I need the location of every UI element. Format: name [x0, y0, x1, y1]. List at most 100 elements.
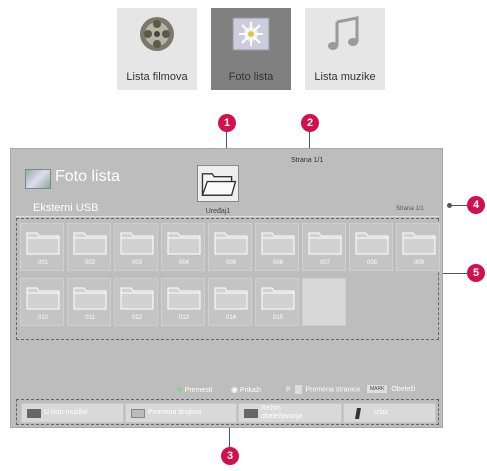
page-hint-label: Promena stranice — [305, 386, 361, 394]
divider — [16, 216, 439, 217]
photo-list-screen: Foto lista Uređaj1 Strana 1/1 Eksterni U… — [10, 148, 443, 428]
folder-item[interactable]: 009 — [396, 223, 440, 271]
folder-icon — [214, 287, 248, 310]
folder-item[interactable]: 011 — [67, 278, 111, 326]
folder-icon — [167, 287, 201, 310]
folder-icon — [402, 232, 436, 255]
hint-bar: ✥ Premesti ◉ Prikaži P Promena stranice … — [11, 383, 442, 397]
photo-list-title-icon — [25, 169, 51, 189]
callout-4-dot — [447, 203, 452, 208]
mark-mode-label-line1: Režim — [261, 405, 281, 412]
callout-3-leader — [229, 425, 230, 447]
callout-3: 3 — [221, 447, 239, 465]
folder-number: 005 — [225, 260, 236, 266]
folder-item[interactable]: 005 — [208, 223, 252, 271]
folder-icon — [214, 232, 248, 255]
view-hint: ◉ Prikaži — [231, 385, 261, 394]
function-button-bar: U listu muzike Promena brojeva Režim obe… — [16, 399, 439, 425]
folder-icon — [308, 232, 342, 255]
mark-key: MARK — [367, 385, 388, 393]
folder-icon — [201, 173, 237, 196]
folder-number: 011 — [85, 315, 95, 321]
folder-icon — [26, 287, 60, 310]
folder-item[interactable]: 014 — [208, 278, 252, 326]
music-note-icon — [328, 16, 359, 50]
callout-1: 1 — [218, 114, 236, 132]
folder-item[interactable]: 007 — [302, 223, 346, 271]
green-key-icon — [131, 409, 145, 418]
folder-number: 015 — [272, 315, 283, 321]
folder-number: 014 — [225, 315, 236, 321]
folder-icon — [73, 232, 107, 255]
folder-number: 012 — [131, 315, 142, 321]
source-label: Eksterni USB — [33, 202, 99, 214]
dpad-icon: ✥ — [176, 385, 183, 394]
device-usb-button[interactable] — [197, 165, 239, 202]
yellow-key-icon — [244, 409, 258, 418]
folder-item[interactable]: 002 — [67, 223, 111, 271]
ok-icon: ◉ — [231, 385, 238, 394]
empty-slot — [302, 278, 346, 326]
photo-icon — [232, 17, 270, 51]
folder-number: 010 — [37, 315, 48, 321]
film-reel-icon — [140, 17, 174, 51]
exit-button[interactable]: Izlaz — [343, 403, 436, 423]
move-hint: ✥ Premesti — [176, 385, 212, 394]
folder-grid: 001 002 003 004 005 006 007 008 009 010 011 012 013 0… — [16, 218, 440, 340]
folder-item[interactable]: 013 — [161, 278, 205, 326]
folder-item[interactable]: 008 — [349, 223, 393, 271]
folder-item[interactable]: 010 — [20, 278, 64, 326]
view-hint-label: Prikaži — [239, 387, 261, 394]
folder-number: 003 — [131, 260, 142, 266]
mark-mode-label: Režim obeležavanja — [261, 405, 302, 421]
tab-photo-list-label: Foto lista — [228, 71, 274, 83]
folder-number: 009 — [413, 260, 424, 266]
folder-item[interactable]: 006 — [255, 223, 299, 271]
mark-hint: MARK Obeleži — [367, 385, 415, 393]
callout-4-leader — [452, 205, 467, 206]
folder-icon — [261, 287, 295, 310]
page-indicator: Strana 1/1 — [396, 206, 424, 212]
folder-icon — [120, 232, 154, 255]
callout-5-leader — [443, 273, 467, 274]
tab-music-list-label: Lista muzike — [314, 71, 376, 83]
folder-number: 007 — [319, 260, 330, 266]
folder-number: 008 — [366, 260, 377, 266]
page-key-icon — [294, 385, 302, 394]
folder-number: 004 — [178, 260, 189, 266]
mark-mode-label-line2: obeležavanja — [261, 413, 303, 420]
folder-number: 006 — [272, 260, 283, 266]
mark-hint-label: Obeleži — [391, 385, 416, 393]
exit-label: Izlaz — [374, 409, 389, 416]
change-numbers-button[interactable]: Promena brojeva — [125, 403, 237, 423]
callout-2: 2 — [301, 114, 319, 132]
page-title: Foto lista — [55, 168, 120, 185]
exit-key-icon — [355, 408, 361, 419]
folder-item[interactable]: 015 — [255, 278, 299, 326]
page-key-label: P — [286, 386, 291, 394]
folder-icon — [73, 287, 107, 310]
page-indicator-top: Strana 1/1 — [291, 157, 324, 164]
move-hint-label: Premesti — [184, 387, 213, 394]
callout-4: 4 — [467, 196, 485, 214]
page-hint: P Promena stranice — [286, 385, 360, 394]
folder-icon — [261, 232, 295, 255]
mark-mode-button[interactable]: Režim obeležavanja — [238, 403, 342, 423]
change-numbers-label: Promena brojeva — [148, 409, 202, 416]
folder-number: 001 — [37, 260, 48, 266]
to-music-list-label: U listu muzike — [44, 409, 88, 416]
folder-item[interactable]: 001 — [20, 223, 64, 271]
folder-item[interactable]: 004 — [161, 223, 205, 271]
callout-5: 5 — [467, 264, 485, 282]
folder-item[interactable]: 012 — [114, 278, 158, 326]
folder-icon — [26, 232, 60, 255]
folder-item[interactable]: 003 — [114, 223, 158, 271]
folder-icon — [167, 232, 201, 255]
folder-number: 013 — [178, 315, 189, 321]
folder-icon — [355, 232, 389, 255]
red-key-icon — [27, 409, 41, 418]
folder-icon — [120, 287, 154, 310]
tab-movie-list-label: Lista filmova — [126, 71, 188, 83]
to-music-list-button[interactable]: U listu muzike — [21, 403, 124, 423]
folder-number: 002 — [84, 260, 95, 266]
